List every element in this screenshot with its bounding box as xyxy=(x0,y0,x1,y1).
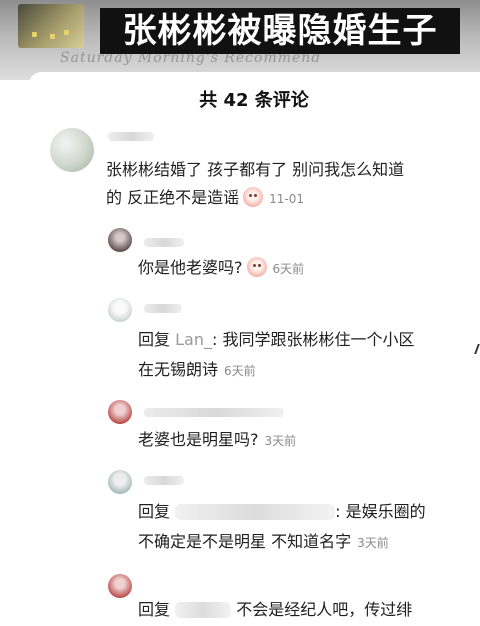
reply-to-user-blurred[interactable] xyxy=(175,602,232,618)
reply-text-cont: 在无锡朗诗 6天前 xyxy=(138,358,256,383)
comment-text-cont: 的 反正绝不是造谣 11-01 xyxy=(106,186,304,211)
reply-content: 老婆也是明星吗? xyxy=(138,430,259,449)
reply-content: : 是娱乐圈的 xyxy=(335,502,426,521)
reply-text: 回复 不会是经纪人吧，传过绯 xyxy=(138,598,412,622)
reply-time: 3天前 xyxy=(357,536,389,550)
reply-label: 回复 xyxy=(138,502,171,521)
avatar[interactable] xyxy=(108,470,132,494)
reply-to-user[interactable]: Lan_ xyxy=(175,330,212,349)
reply-content: 你是他老婆吗? xyxy=(138,258,243,277)
avatar[interactable] xyxy=(108,298,132,322)
avatar[interactable] xyxy=(108,400,132,424)
avatar[interactable] xyxy=(50,128,94,172)
smile-emoji-icon xyxy=(246,257,267,277)
avatar[interactable] xyxy=(108,228,132,252)
username-blurred[interactable] xyxy=(144,304,182,313)
reply-text: 回复 Lan_: 我同学跟张彬彬住一个小区 xyxy=(138,328,414,352)
username-blurred[interactable] xyxy=(144,408,284,417)
avatar[interactable] xyxy=(108,574,132,598)
reply-time: 6天前 xyxy=(272,262,305,276)
reply-label: 回复 xyxy=(138,600,171,619)
comments-sheet: 共 42 条评论 张彬彬结婚了 孩子都有了 别问我怎么知道 的 反正绝不是造谣 1… xyxy=(28,72,480,626)
username-blurred[interactable] xyxy=(144,476,184,485)
username-blurred[interactable] xyxy=(108,132,154,141)
background-thumbnail xyxy=(18,4,84,48)
reply-time: 6天前 xyxy=(224,364,256,378)
comment-count-title: 共 42 条评论 xyxy=(199,90,309,111)
comment-text-line2: 的 反正绝不是造谣 xyxy=(106,188,240,207)
reply-content-line2: 不确定是不是明星 不知道名字 xyxy=(138,532,352,551)
reply-content: 不会是经纪人吧，传过绯 xyxy=(236,600,413,619)
reply-text-cont: 不确定是不是明星 不知道名字 3天前 xyxy=(138,530,389,555)
reply-content-line2: 在无锡朗诗 xyxy=(138,360,219,379)
reply-content: : 我同学跟张彬彬住一个小区 xyxy=(211,330,415,349)
smile-emoji-icon xyxy=(243,187,264,207)
username-blurred[interactable] xyxy=(144,238,184,247)
comment-time: 11-01 xyxy=(269,192,304,206)
reply-text: 老婆也是明星吗? 3天前 xyxy=(138,428,296,453)
reply-to-user-blurred[interactable] xyxy=(175,504,336,520)
reply-time: 3天前 xyxy=(264,434,297,448)
reply-text: 你是他老婆吗? 6天前 xyxy=(138,256,304,281)
reply-text: 回复 : 是娱乐圈的 xyxy=(138,500,426,524)
reply-label: 回复 xyxy=(138,330,171,349)
video-headline: 张彬彬被曝隐婚生子 xyxy=(100,8,460,54)
comment-text: 张彬彬结婚了 孩子都有了 别问我怎么知道 xyxy=(106,160,405,179)
